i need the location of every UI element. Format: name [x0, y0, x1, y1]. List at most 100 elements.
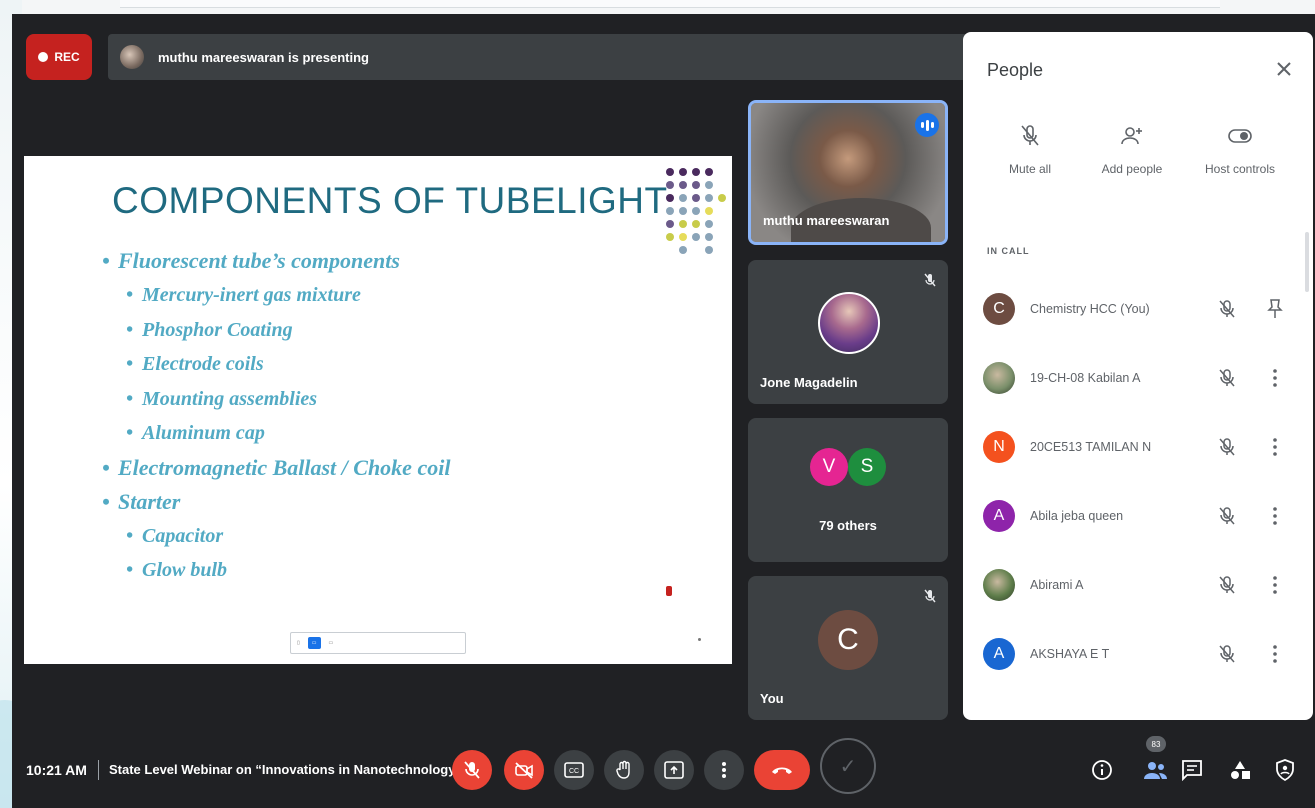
- recording-indicator[interactable]: REC: [26, 34, 92, 80]
- mic-off-icon[interactable]: [1217, 506, 1237, 526]
- mute-all-label: Mute all: [1008, 162, 1052, 176]
- participant-avatar: N: [983, 431, 1015, 463]
- activities-shapes-icon: [1231, 761, 1250, 779]
- decorative-dot: [679, 233, 687, 241]
- decorative-dot: [718, 181, 726, 189]
- mic-off-icon: [924, 273, 936, 287]
- participant-row[interactable]: C Chemistry HCC (You): [983, 286, 1303, 332]
- decorative-dot: [705, 233, 713, 241]
- checkmark-overlay-icon: ✓: [820, 738, 876, 794]
- participant-row[interactable]: Abirami A: [983, 562, 1303, 608]
- camera-toggle-button[interactable]: [504, 750, 544, 790]
- leave-call-button[interactable]: [754, 750, 810, 790]
- decorative-dot: [679, 246, 687, 254]
- slide-bullet: Glow bulb: [102, 553, 450, 588]
- decorative-dot: [692, 181, 700, 189]
- mute-all-button[interactable]: Mute all: [975, 124, 1085, 176]
- participant-tile[interactable]: Jone Magadelin: [748, 260, 948, 404]
- present-now-button[interactable]: [654, 750, 694, 790]
- presenter-text: muthu mareeswaran is presenting: [158, 49, 369, 65]
- in-call-section-label: IN CALL: [987, 246, 1030, 256]
- close-icon[interactable]: [1273, 58, 1295, 80]
- more-vert-icon[interactable]: [1265, 574, 1285, 596]
- decorative-dot: [679, 207, 687, 215]
- clock-time: 10:21 AM: [26, 762, 87, 778]
- svg-text:CC: CC: [569, 768, 579, 775]
- slide-bullet: Electrode coils: [102, 347, 450, 382]
- participant-avatar-initial: A: [993, 645, 1005, 662]
- people-icon: [1144, 762, 1167, 779]
- mic-off-icon[interactable]: [1217, 368, 1237, 388]
- more-options-button[interactable]: [704, 750, 744, 790]
- raise-hand-icon: [616, 760, 630, 779]
- decorative-dot: [692, 246, 700, 254]
- self-avatar: C: [818, 610, 878, 670]
- decorative-dot: [666, 233, 674, 241]
- hide-notice-button[interactable]: ▭: [329, 640, 334, 646]
- chat-button[interactable]: [1178, 756, 1206, 784]
- decorative-dot: [705, 207, 713, 215]
- recording-label: REC: [54, 50, 80, 64]
- others-avatar-initial: S: [860, 456, 874, 477]
- meeting-title: State Level Webinar on “Innovations in N…: [109, 762, 456, 777]
- panel-scrollbar[interactable]: [1305, 232, 1309, 292]
- add-people-button[interactable]: Add people: [1077, 124, 1187, 176]
- others-avatar-initial: V: [822, 456, 836, 477]
- mic-off-icon[interactable]: [1217, 299, 1237, 319]
- mic-off-icon[interactable]: [1217, 437, 1237, 457]
- participant-name: Chemistry HCC (You): [1030, 302, 1150, 316]
- others-tile[interactable]: V S 79 others: [748, 418, 948, 562]
- participant-avatar: C: [983, 293, 1015, 325]
- decorative-dot: [718, 220, 726, 228]
- others-avatar-v: V: [810, 448, 848, 486]
- captions-button[interactable]: CC: [554, 750, 594, 790]
- participant-photo-avatar: [818, 292, 880, 354]
- self-avatar-initial: C: [837, 623, 859, 656]
- stop-sharing-button[interactable]: ▭: [307, 637, 321, 649]
- speaker-name: muthu mareeswaran: [763, 213, 890, 228]
- raise-hand-button[interactable]: [604, 750, 644, 790]
- self-tile[interactable]: C You: [748, 576, 948, 720]
- participant-avatar-initial: C: [993, 300, 1005, 317]
- participant-row[interactable]: A AKSHAYA E T: [983, 631, 1303, 677]
- more-vert-icon[interactable]: [1265, 505, 1285, 527]
- mic-off-icon[interactable]: [1217, 575, 1237, 595]
- slide-bullet: Mercury-inert gas mixture: [102, 278, 450, 313]
- speaker-video-tile[interactable]: muthu mareeswaran: [748, 100, 948, 245]
- decorative-dot: [718, 246, 726, 254]
- activities-button[interactable]: [1226, 756, 1254, 784]
- browser-top-strip: [0, 0, 1315, 14]
- presenter-banner: muthu mareeswaran is presenting: [108, 34, 978, 80]
- more-vert-icon[interactable]: [1265, 643, 1285, 665]
- participant-row[interactable]: A Abila jeba queen: [983, 493, 1303, 539]
- decorative-dot: [666, 181, 674, 189]
- decorative-dot: [692, 207, 700, 215]
- bar-divider: [98, 760, 99, 780]
- meet-window: REC muthu mareeswaran is presenting COMP…: [12, 14, 1315, 808]
- more-vert-icon[interactable]: [1265, 367, 1285, 389]
- participant-name: 20CE513 TAMILAN N: [1030, 440, 1152, 454]
- slide-bullet: Capacitor: [102, 519, 450, 554]
- microphone-toggle-button[interactable]: [452, 750, 492, 790]
- participant-name: 19-CH-08 Kabilan A: [1030, 371, 1141, 385]
- participant-avatar: A: [983, 638, 1015, 670]
- toggle-icon: [1228, 129, 1252, 143]
- mic-off-icon[interactable]: [1217, 644, 1237, 664]
- pin-icon[interactable]: [1265, 298, 1285, 320]
- more-vert-icon: [722, 762, 726, 778]
- slide-bullet: Aluminum cap: [102, 416, 450, 451]
- decorative-dot: [692, 220, 700, 228]
- host-controls-shield-button[interactable]: [1271, 756, 1299, 784]
- people-count-badge: 83: [1146, 736, 1166, 752]
- participant-row[interactable]: 19-CH-08 Kabilan A: [983, 355, 1303, 401]
- more-vert-icon[interactable]: [1265, 436, 1285, 458]
- participant-avatar: A: [983, 500, 1015, 532]
- pointer-cursor: [666, 586, 672, 596]
- slide-bullet: Fluorescent tube’s components: [102, 244, 450, 278]
- meeting-details-button[interactable]: [1088, 756, 1116, 784]
- host-controls-button[interactable]: Host controls: [1185, 124, 1295, 176]
- people-button[interactable]: [1142, 756, 1170, 784]
- participant-row[interactable]: N 20CE513 TAMILAN N: [983, 424, 1303, 470]
- chat-icon: [1182, 760, 1202, 781]
- decorative-dot: [666, 207, 674, 215]
